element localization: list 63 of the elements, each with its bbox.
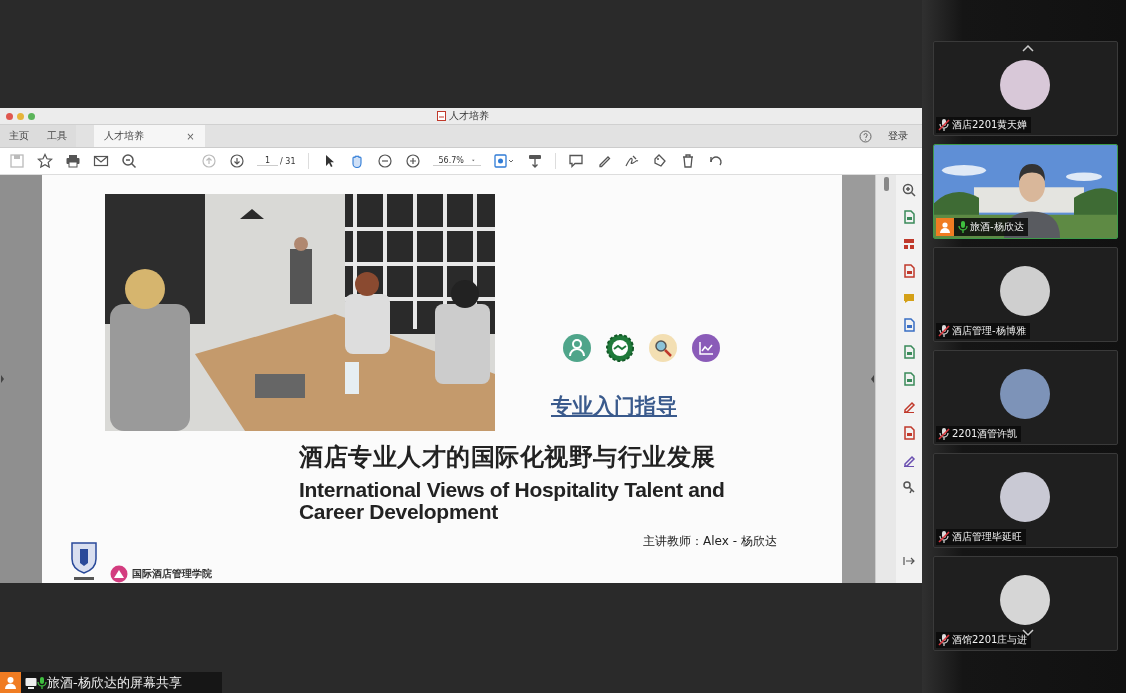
chart-icon (692, 334, 720, 362)
collapse-pane-icon[interactable] (903, 556, 915, 566)
signature-icon[interactable] (623, 153, 640, 169)
document-icon[interactable] (902, 318, 916, 332)
document-icon[interactable] (902, 426, 916, 440)
menu-tab[interactable]: 主页 (0, 125, 38, 147)
document-icon[interactable] (902, 210, 916, 224)
zoom-out-icon[interactable] (376, 153, 393, 169)
slide-english-title: International Views of Hospitality Talent and Career Development (299, 479, 726, 523)
screen-share-label: 旅酒-杨欣达的屏幕共享 (47, 673, 182, 692)
participant-name: 酒店2201黄天婵 (952, 118, 1028, 132)
sign-in-link[interactable]: 登录 (888, 129, 908, 143)
pen-icon[interactable] (902, 399, 916, 413)
document-tab[interactable]: 人才培养 × (94, 125, 205, 147)
document-icon[interactable] (902, 345, 916, 359)
muted-mic-icon (938, 119, 950, 131)
mic-icon (37, 676, 47, 689)
page-count: / 31 (280, 156, 296, 166)
slide-subtitle: 专业入门指导 (551, 393, 677, 420)
pdf-icon (437, 111, 446, 121)
participant-name: 2201酒管许凯 (952, 427, 1018, 441)
magnifier-icon (649, 334, 677, 362)
muted-mic-icon (938, 428, 950, 440)
scroll-mode-icon[interactable] (526, 153, 543, 169)
scrollbar-thumb[interactable] (883, 177, 889, 191)
layout-icon[interactable] (902, 237, 916, 251)
close-window-button[interactable] (6, 112, 13, 120)
muted-mic-icon (938, 325, 950, 337)
document-icon[interactable] (902, 264, 916, 278)
zoom-in-icon[interactable] (404, 153, 421, 169)
comment-icon[interactable] (567, 153, 584, 169)
help-icon[interactable] (859, 129, 872, 143)
lecturer-name: 主讲教师：Alex - 杨欣达 (643, 533, 778, 550)
participant-name: 旅酒-杨欣达 (970, 220, 1024, 234)
menu-tab[interactable]: 工具 (38, 125, 76, 147)
close-tab-button[interactable]: × (186, 130, 195, 142)
muted-mic-icon (938, 634, 950, 646)
muted-mic-icon (938, 531, 950, 543)
expand-left-icon[interactable] (0, 375, 5, 383)
participant-name: 酒店管理-杨博雅 (952, 324, 1026, 338)
zoom-field[interactable]: 56.7% (432, 156, 481, 166)
print-icon[interactable] (65, 153, 81, 169)
participant-name: 酒店管理毕延旺 (952, 530, 1022, 544)
zoom-in-icon[interactable] (902, 183, 916, 197)
university-crest-icon (68, 539, 100, 583)
caret-icon (471, 159, 475, 162)
star-icon[interactable] (37, 153, 53, 169)
window-title: 人才培养 (449, 109, 489, 123)
mail-icon[interactable] (93, 153, 109, 169)
page-number-field[interactable]: 1 (257, 156, 279, 166)
school-name: 国际酒店管理学院 (132, 567, 212, 581)
mic-icon (958, 221, 968, 233)
handshake-gear-icon (606, 334, 634, 362)
chevron-up-icon[interactable] (1022, 44, 1034, 52)
people-icon (563, 334, 591, 362)
participant-name: 酒馆2201庄与进 (952, 633, 1028, 647)
screen-share-icon (25, 676, 37, 689)
slide-title: 酒店专业人才的国际化视野与行业发展 (299, 442, 717, 473)
tab-label: 人才培养 (104, 129, 145, 143)
search-icon[interactable] (121, 153, 137, 169)
pen-icon[interactable] (902, 453, 916, 467)
page-fit-icon[interactable] (492, 153, 515, 169)
page-down-icon[interactable] (229, 153, 245, 169)
